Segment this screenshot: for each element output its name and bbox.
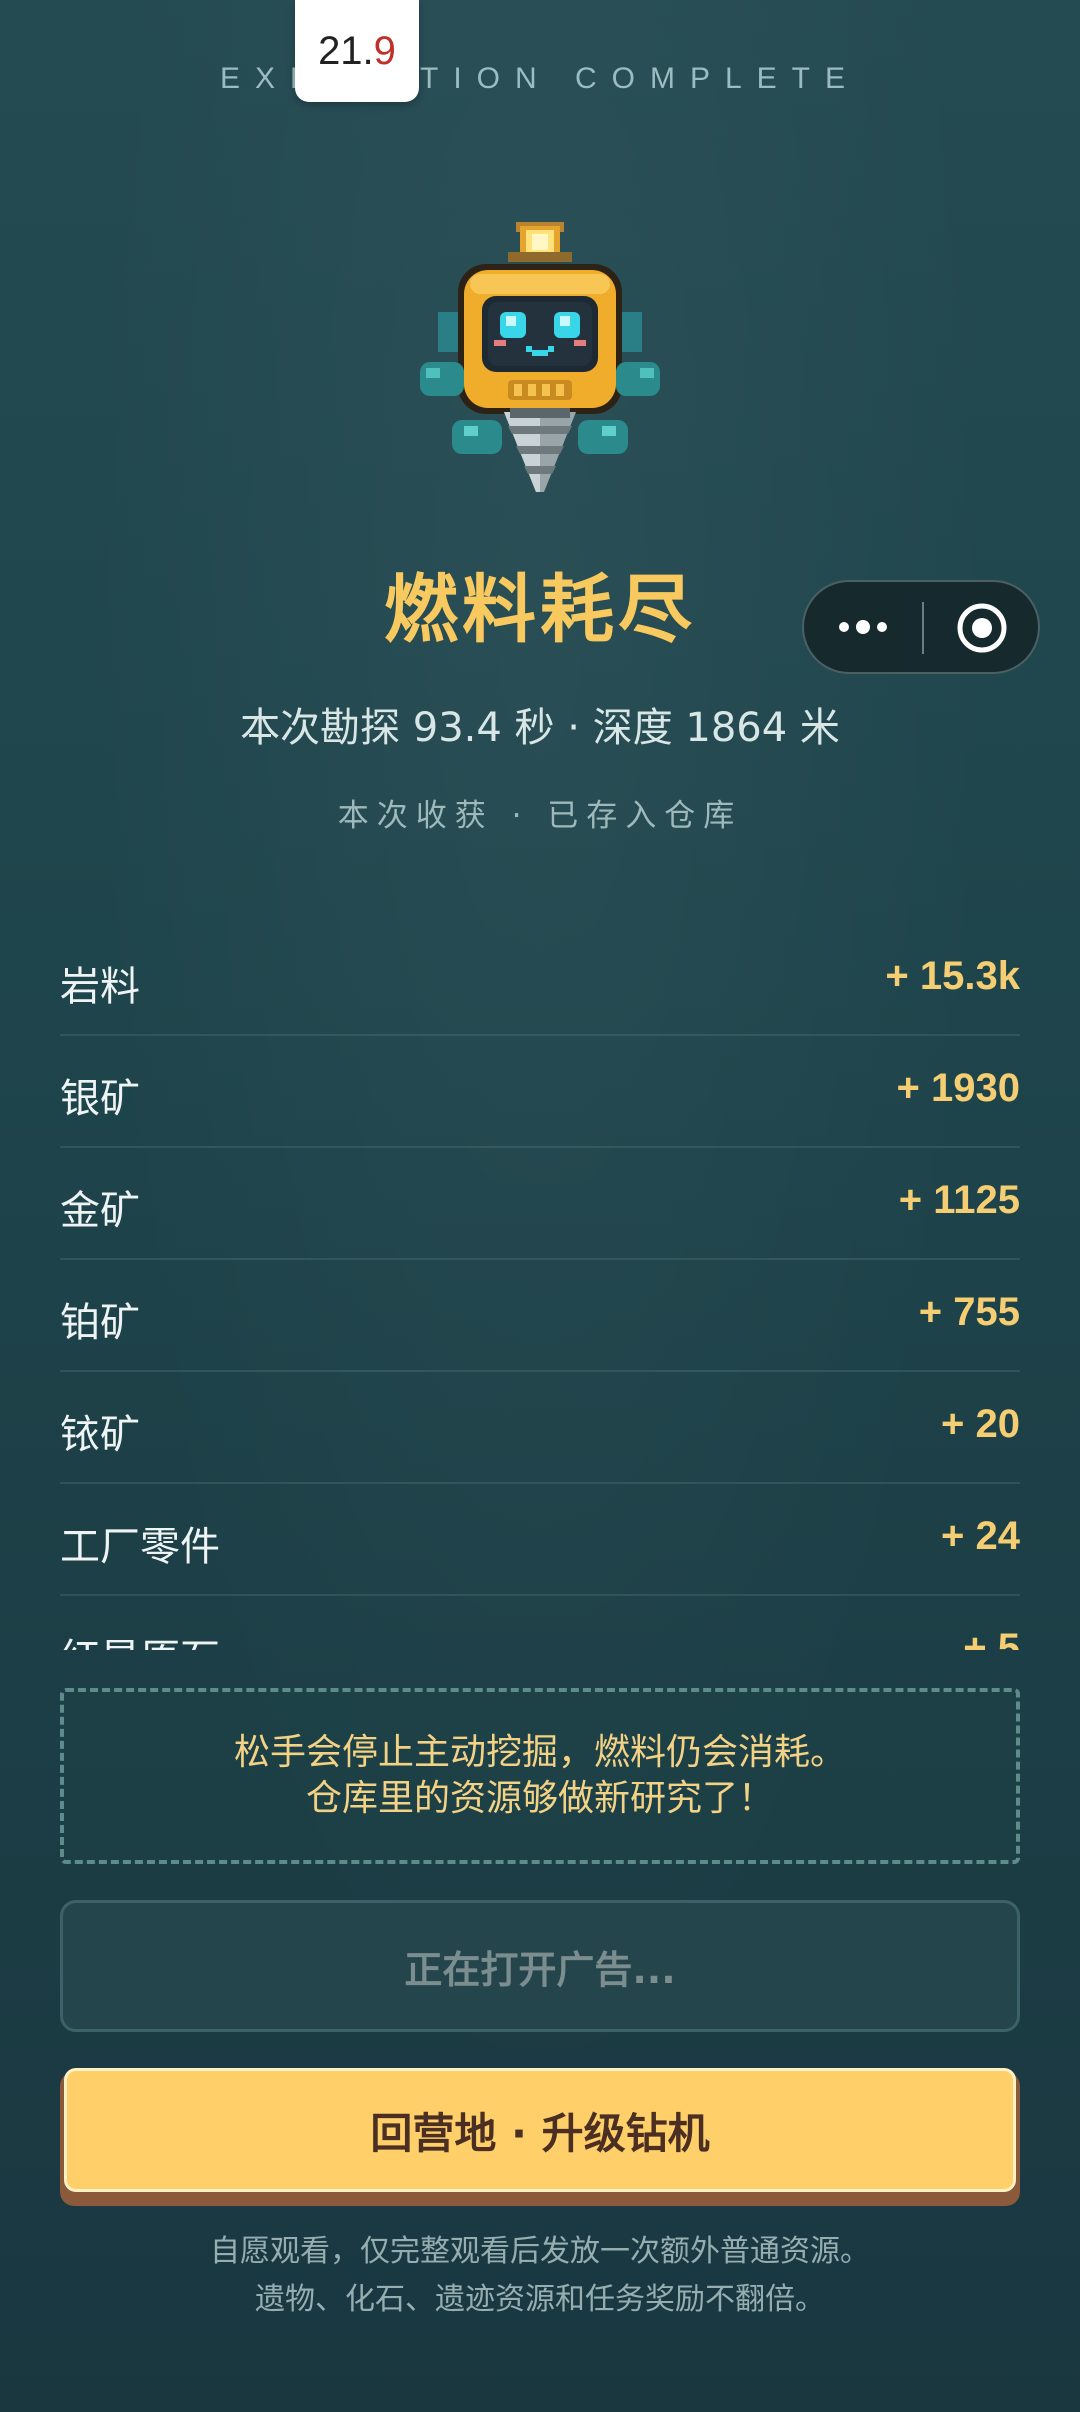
tip-box: 松手会停止主动挖掘，燃料仍会消耗。 仓库里的资源够做新研究了！ [60, 1688, 1020, 1864]
list-item: 银矿 + 1930 [60, 1036, 1020, 1148]
footnote-line-2: 遗物、化石、遗迹资源和任务奖励不翻倍。 [255, 2282, 825, 2317]
resource-amount: + 1125 [898, 1178, 1020, 1222]
timer-integer: 21. [318, 28, 374, 73]
header-title: EXPEDITION COMPLETE [219, 62, 861, 95]
resource-name: 红星原石 [60, 1626, 220, 1650]
footnote: 自愿观看，仅完整观看后发放一次额外普通资源。 遗物、化石、遗迹资源和任务奖励不翻… [0, 2228, 1080, 2324]
expedition-summary: 本次勘探 93.4 秒 · 深度 1864 米 [240, 705, 840, 751]
return-camp-button[interactable]: 回营地 · 升级钻机 [64, 2068, 1016, 2192]
resource-amount: + 1930 [896, 1066, 1020, 1110]
tip-line-1: 松手会停止主动挖掘，燃料仍会消耗。 [233, 1732, 846, 1773]
list-item: 工厂零件 + 24 [60, 1484, 1020, 1596]
resource-name: 岩料 [60, 964, 140, 1010]
resource-name: 金矿 [60, 1188, 140, 1234]
tip-line-2: 仓库里的资源够做新研究了！ [305, 1778, 774, 1819]
capsule-divider [922, 602, 924, 654]
resource-amount: + 755 [918, 1290, 1020, 1334]
mini-program-capsule [802, 580, 1040, 674]
list-item: 铂矿 + 755 [60, 1260, 1020, 1372]
timer-decimal: 9 [373, 28, 396, 73]
target-circle-icon[interactable] [956, 602, 1008, 654]
resource-name: 铂矿 [60, 1300, 140, 1346]
resource-name: 银矿 [60, 1076, 140, 1122]
resource-name: 铱矿 [60, 1412, 140, 1458]
resource-amount: + 20 [941, 1402, 1020, 1446]
drill-robot-illustration [420, 222, 660, 492]
resource-amount: + 15.3k [885, 954, 1020, 998]
timer-badge: 21. 9 [295, 0, 419, 102]
footnote-line-1: 自愿观看，仅完整观看后发放一次额外普通资源。 [210, 2234, 870, 2269]
more-dots-icon[interactable] [804, 582, 922, 672]
watch-ad-button[interactable]: 正在打开广告... [60, 1900, 1020, 2032]
list-item: 金矿 + 1125 [60, 1148, 1020, 1260]
resource-name: 工厂零件 [60, 1524, 220, 1570]
list-item: 铱矿 + 20 [60, 1372, 1020, 1484]
list-item: 岩料 + 15.3k [60, 924, 1020, 1036]
resource-amount: + 24 [941, 1514, 1020, 1558]
resource-amount: + 5 [963, 1626, 1020, 1650]
resource-list[interactable]: 岩料 + 15.3k 银矿 + 1930 金矿 + 1125 铂矿 + 755 … [60, 924, 1020, 1650]
list-item: 红星原石 + 5 [60, 1596, 1020, 1650]
harvest-label: 本次收获 · 已存入仓库 [337, 798, 743, 834]
